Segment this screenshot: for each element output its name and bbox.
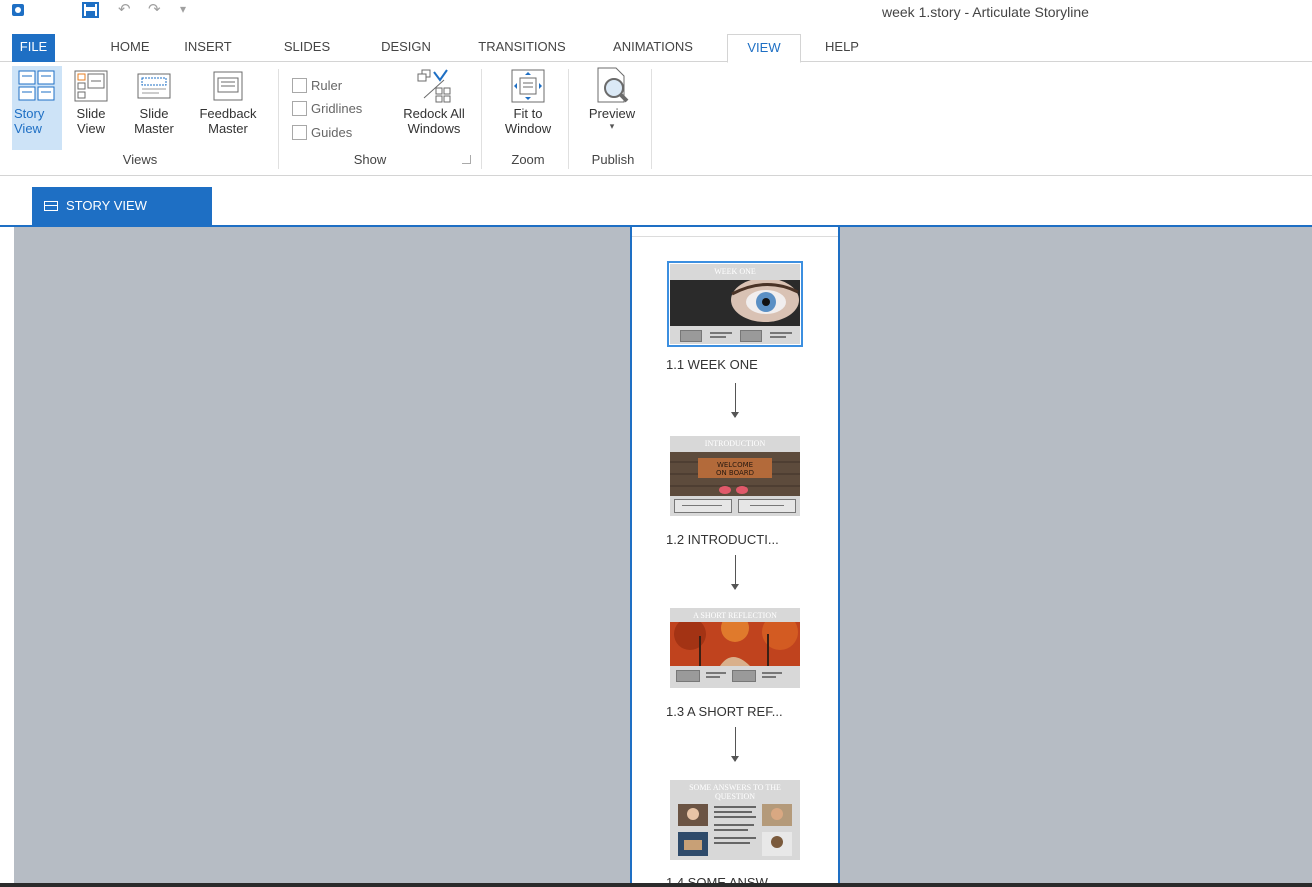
customize-qat-icon[interactable]: ▾ — [180, 2, 186, 16]
slide-thumbnail-title: WEEK ONE — [714, 267, 756, 276]
slide-text-line — [682, 505, 722, 506]
slide-thumbnail[interactable]: WEEK ONE — [667, 261, 803, 347]
slide-view-button[interactable]: Slide View — [66, 66, 116, 150]
ribbon-tab-row: FILE HOME INSERT SLIDES DESIGN TRANSITIO… — [0, 34, 1312, 63]
slide-master-icon — [137, 73, 171, 99]
preview-button[interactable]: Preview ▾ — [574, 66, 650, 150]
slide-thumbnail-title: SOME ANSWERS TO THE QUESTION — [689, 783, 781, 801]
group-separator — [568, 69, 569, 169]
tab-file[interactable]: FILE — [12, 34, 55, 62]
welcome-sign-text: WELCOME — [717, 461, 753, 469]
slide-label[interactable]: 1.1 WEEK ONE — [666, 357, 758, 372]
slide-thumbnail-image — [678, 804, 792, 856]
status-bar-edge — [0, 883, 1312, 887]
slide-thumbnail-image — [670, 280, 800, 326]
slide-master-button[interactable]: Slide Master — [126, 66, 182, 150]
gridlines-checkbox-box[interactable] — [292, 101, 307, 116]
fit-to-window-button[interactable]: Fit to Window — [488, 66, 568, 150]
slide-label[interactable]: 1.2 INTRODUCTI... — [666, 532, 779, 547]
slide-button-shape — [676, 670, 700, 682]
story-view-icon — [18, 70, 55, 101]
slide-thumbnail[interactable]: SOME ANSWERS TO THE QUESTION — [670, 780, 800, 860]
slide-button-shape — [732, 670, 756, 682]
ruler-checkbox[interactable]: Ruler — [292, 77, 342, 95]
fit-to-window-label: Fit to Window — [504, 106, 552, 136]
slide-text-line — [710, 336, 726, 338]
tab-transitions[interactable]: TRANSITIONS — [468, 34, 576, 62]
slide-view-icon — [74, 70, 108, 102]
document-tab-strip: STORY VIEW — [0, 176, 1312, 227]
slide-thumbnail-title: INTRODUCTION — [704, 439, 766, 448]
save-icon[interactable] — [82, 2, 99, 18]
show-group-label: Show — [353, 152, 387, 167]
ruler-checkbox-box[interactable] — [292, 78, 307, 93]
group-separator — [278, 69, 279, 169]
slide-master-label: Slide Master — [134, 106, 174, 136]
slide-button-shape — [740, 330, 762, 342]
window-title: week 1.story - Articulate Storyline — [882, 4, 1089, 20]
guides-checkbox[interactable]: Guides — [292, 124, 352, 142]
welcome-sign-text: ON BOARD — [716, 469, 754, 477]
story-view-tab-icon — [44, 201, 58, 211]
tab-view[interactable]: VIEW — [727, 34, 801, 63]
slide-thumbnail-title: A SHORT REFLECTION — [693, 611, 777, 620]
redock-windows-icon — [417, 69, 451, 103]
slide-text-line — [706, 676, 720, 678]
slide-text-line — [770, 336, 786, 338]
slide-text-line — [706, 672, 726, 674]
slide-text-line — [762, 672, 782, 674]
redo-icon[interactable]: ↷ — [148, 0, 161, 18]
slide-link-arrow — [731, 555, 739, 590]
undo-icon[interactable]: ↶ — [118, 0, 131, 18]
storyline-app-icon[interactable] — [12, 4, 24, 16]
group-separator — [481, 69, 482, 169]
guides-checkbox-box[interactable] — [292, 125, 307, 140]
feedback-master-button[interactable]: Feedback Master — [188, 66, 268, 150]
slide-label[interactable]: 1.3 A SHORT REF... — [666, 704, 783, 719]
slide-link-arrow — [731, 383, 739, 418]
scene-header[interactable] — [632, 227, 838, 237]
group-separator — [651, 69, 652, 169]
slide-text-line — [750, 505, 784, 506]
scene-column[interactable]: WEEK ONE 1.1 WEEK ONE INTRODUCTION WELCO… — [630, 227, 840, 883]
preview-label: Preview — [588, 106, 636, 121]
slide-thumbnail[interactable]: INTRODUCTION WELCOME ON BOARD — [670, 436, 800, 516]
tab-design[interactable]: DESIGN — [370, 34, 442, 62]
fit-to-window-icon — [511, 69, 545, 103]
slide-view-label: Slide View — [76, 106, 106, 136]
tab-animations[interactable]: ANIMATIONS — [598, 34, 708, 62]
title-bar: ↶ ↷ ▾ week 1.story - Articulate Storylin… — [0, 0, 1312, 32]
slide-text-line — [770, 332, 792, 334]
slide-text-line — [710, 332, 732, 334]
story-view-button[interactable]: Story View — [12, 66, 62, 150]
slide-thumbnail-image: WELCOME ON BOARD — [670, 452, 800, 496]
slide-text-line — [762, 676, 776, 678]
tab-help[interactable]: HELP — [818, 34, 866, 62]
zoom-group-label: Zoom — [511, 152, 545, 167]
slide-button-shape — [738, 499, 796, 513]
feedback-master-icon — [213, 71, 243, 101]
slide-thumbnail-image — [670, 622, 800, 666]
redock-all-windows-label: Redock All Windows — [403, 106, 465, 136]
tab-insert[interactable]: INSERT — [178, 34, 238, 62]
ribbon: Story View Slide View Slide Master Feedb… — [0, 63, 1312, 176]
story-view-label: Story View — [14, 106, 45, 136]
preview-icon — [597, 67, 629, 103]
publish-group-label: Publish — [591, 152, 635, 167]
slide-link-arrow — [731, 727, 739, 762]
slide-button-shape — [674, 499, 732, 513]
slide-button-shape — [680, 330, 702, 342]
tab-slides[interactable]: SLIDES — [276, 34, 338, 62]
slide-thumbnail[interactable]: A SHORT REFLECTION — [670, 608, 800, 688]
show-dialog-launcher-icon[interactable] — [462, 155, 471, 164]
tab-home[interactable]: HOME — [100, 34, 160, 62]
slide-label[interactable]: 1.4 SOME ANSW... — [666, 875, 778, 883]
story-view-tab[interactable]: STORY VIEW — [32, 187, 212, 225]
redock-all-windows-button[interactable]: Redock All Windows — [392, 66, 476, 150]
views-group-label: Views — [122, 152, 158, 167]
gridlines-checkbox[interactable]: Gridlines — [292, 100, 362, 118]
preview-dropdown-icon[interactable]: ▾ — [574, 121, 650, 131]
canvas-left-edge — [0, 227, 14, 883]
feedback-master-label: Feedback Master — [199, 106, 257, 136]
